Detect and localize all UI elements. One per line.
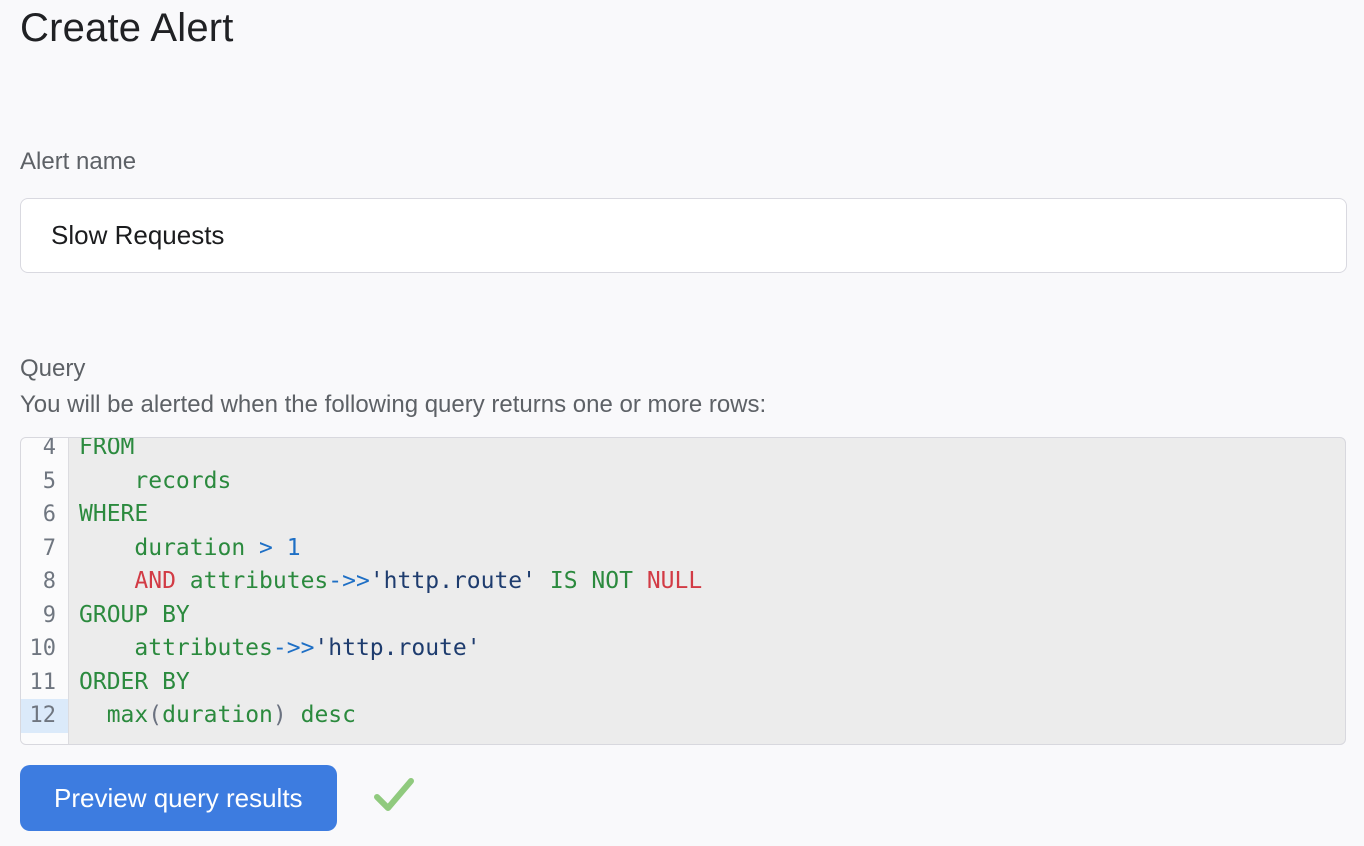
code-text: duration > 1	[68, 532, 1345, 566]
code-line[interactable]: 7 duration > 1	[21, 532, 1345, 566]
line-number: 5	[21, 465, 68, 499]
code-text: WHERE	[68, 498, 1345, 532]
line-number: 6	[21, 498, 68, 532]
query-code-editor[interactable]: 4FROM5 records6WHERE7 duration > 18 AND …	[20, 437, 1346, 745]
code-text: ORDER BY	[68, 666, 1345, 700]
code-line[interactable]: 4FROM	[21, 437, 1345, 465]
alert-name-input[interactable]	[20, 198, 1347, 273]
line-number: 8	[21, 565, 68, 599]
code-line[interactable]: 8 AND attributes->>'http.route' IS NOT N…	[21, 565, 1345, 599]
query-label: Query	[20, 352, 85, 386]
code-content[interactable]: 4FROM5 records6WHERE7 duration > 18 AND …	[21, 437, 1345, 733]
code-text: GROUP BY	[68, 599, 1345, 633]
code-line[interactable]: 11ORDER BY	[21, 666, 1345, 700]
code-line[interactable]: 12 max(duration) desc	[21, 699, 1345, 733]
code-line[interactable]: 10 attributes->>'http.route'	[21, 632, 1345, 666]
code-text: FROM	[68, 437, 1345, 465]
line-number: 10	[21, 632, 68, 666]
code-line[interactable]: 5 records	[21, 465, 1345, 499]
code-text: attributes->>'http.route'	[68, 632, 1345, 666]
line-number: 9	[21, 599, 68, 633]
preview-query-results-button[interactable]: Preview query results	[20, 765, 337, 831]
code-line[interactable]: 9GROUP BY	[21, 599, 1345, 633]
line-number: 11	[21, 666, 68, 700]
line-number: 7	[21, 532, 68, 566]
code-text: AND attributes->>'http.route' IS NOT NUL…	[68, 565, 1345, 599]
alert-name-label: Alert name	[20, 148, 136, 176]
query-description: You will be alerted when the following q…	[20, 388, 766, 422]
line-number: 12	[21, 699, 68, 733]
page-title: Create Alert	[20, 6, 234, 51]
line-number: 4	[21, 437, 68, 465]
check-icon	[371, 775, 417, 817]
code-line[interactable]: 6WHERE	[21, 498, 1345, 532]
code-text: records	[68, 465, 1345, 499]
code-text: max(duration) desc	[68, 699, 1345, 733]
